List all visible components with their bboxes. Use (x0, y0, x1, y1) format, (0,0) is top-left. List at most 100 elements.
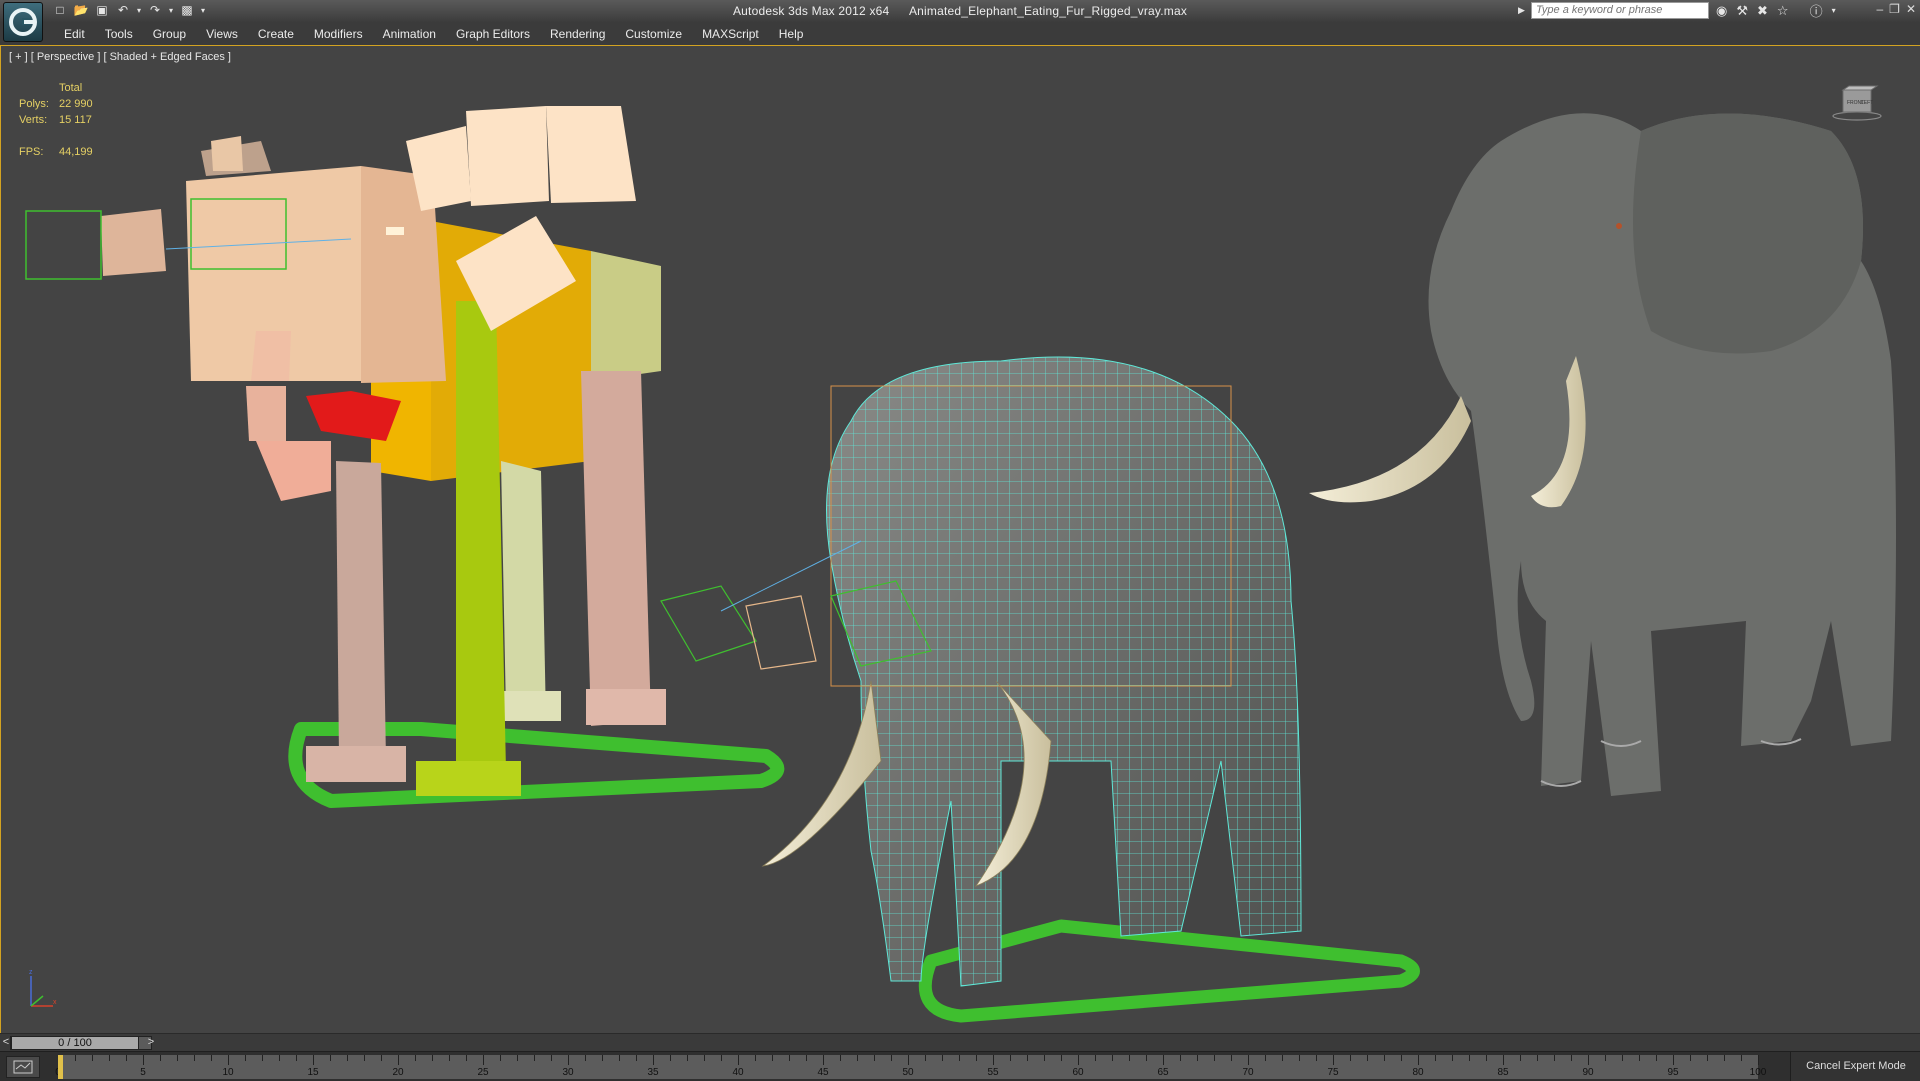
menu-create[interactable]: Create (248, 27, 304, 41)
app-logo-icon[interactable] (3, 2, 43, 42)
timeline-tick (1129, 1055, 1130, 1061)
menu-maxscript[interactable]: MAXScript (692, 27, 769, 41)
menu-views[interactable]: Views (196, 27, 248, 41)
help-dropdown-icon[interactable]: ▾ (1832, 6, 1836, 15)
timeline-tick-label: 90 (1582, 1067, 1594, 1078)
timeline-tick (687, 1055, 688, 1061)
timeline-tick (1673, 1055, 1674, 1065)
timeline-tick (347, 1055, 348, 1061)
timeline-tick (653, 1055, 654, 1065)
minimize-icon[interactable]: – (1876, 2, 1883, 16)
timeline-tick (1180, 1055, 1181, 1061)
menu-edit[interactable]: Edit (54, 27, 95, 41)
timeline-tick (177, 1055, 178, 1061)
timeline-tick-label: 70 (1242, 1067, 1254, 1078)
timeline-tick (1367, 1055, 1368, 1061)
timeline-tick (245, 1055, 246, 1061)
menu-animation[interactable]: Animation (373, 27, 446, 41)
timeline-tick (1231, 1055, 1232, 1061)
timeline-tick (1401, 1055, 1402, 1061)
timeline-tick-label: 5 (140, 1067, 146, 1078)
timeline-tick (330, 1055, 331, 1061)
timeline-tick (1639, 1055, 1640, 1061)
time-slider-thumb[interactable]: 0 / 100 (11, 1036, 139, 1050)
timeline-tick (500, 1055, 501, 1061)
timeline-tick (551, 1055, 552, 1061)
timeline-tick (279, 1055, 280, 1061)
timeline-tick (1520, 1055, 1521, 1061)
timeline-tick-label: 85 (1497, 1067, 1509, 1078)
menu-group[interactable]: Group (143, 27, 196, 41)
timeline-tick (1044, 1055, 1045, 1061)
shaded-elephant[interactable] (1309, 113, 1896, 796)
favorites-star-icon[interactable]: ☆ (1777, 3, 1789, 19)
close-icon[interactable]: ✕ (1906, 2, 1916, 16)
timeline-tick (755, 1055, 756, 1061)
time-slider-next-button[interactable]: > (145, 1036, 157, 1050)
timeline-tick (1758, 1055, 1759, 1065)
timeline-tick (517, 1055, 518, 1061)
perspective-viewport[interactable]: [ + ] [ Perspective ] [ Shaded + Edged F… (0, 45, 1920, 1033)
timeline-tick (976, 1055, 977, 1061)
timeline-tick (194, 1055, 195, 1061)
timeline-tick (1010, 1055, 1011, 1061)
menu-modifiers[interactable]: Modifiers (304, 27, 373, 41)
timeline-current-frame-marker[interactable] (58, 1055, 63, 1079)
axis-tripod-icon: z x (29, 969, 57, 1007)
timeline-tick (1724, 1055, 1725, 1061)
box-rig-elephant[interactable] (25, 106, 785, 808)
subscription-icon[interactable]: ⚒ (1736, 3, 1748, 19)
communication-icon[interactable]: ✖ (1757, 3, 1768, 19)
binoculars-icon[interactable]: ◉ (1716, 3, 1727, 19)
timeline-tick (619, 1055, 620, 1061)
viewcube-left-label: LEFT (1861, 100, 1873, 106)
timeline-tick (1146, 1055, 1147, 1061)
menu-customize[interactable]: Customize (615, 27, 692, 41)
timeline-tick (1554, 1055, 1555, 1061)
timeline-tick (738, 1055, 739, 1065)
timeline-tick (1316, 1055, 1317, 1061)
timeline-tick (211, 1055, 212, 1061)
menu-help[interactable]: Help (769, 27, 814, 41)
menu-rendering[interactable]: Rendering (540, 27, 615, 41)
viewcube-icon[interactable]: FRONT LEFT (1831, 84, 1883, 122)
scene-canvas[interactable] (1, 46, 1920, 1033)
timeline-tick (109, 1055, 110, 1061)
timeline-tick (1741, 1055, 1742, 1061)
timeline-tick (959, 1055, 960, 1061)
menu-graph-editors[interactable]: Graph Editors (446, 27, 540, 41)
timeline-tick (449, 1055, 450, 1061)
timeline-tick (381, 1055, 382, 1061)
help-icon[interactable]: ⓘ (1810, 1, 1823, 20)
timeline-ruler[interactable]: 0510152025303540455055606570758085909510… (55, 1055, 1766, 1079)
search-input[interactable] (1531, 2, 1709, 19)
timeline-tick (874, 1055, 875, 1061)
app-title: Autodesk 3ds Max 2012 x64 (732, 4, 890, 18)
timeline-tick (1690, 1055, 1691, 1061)
timeline-tick (1588, 1055, 1589, 1065)
timeline-tick (1622, 1055, 1623, 1061)
timeline-tick-label: 95 (1667, 1067, 1679, 1078)
timeline-tick-label: 10 (222, 1067, 234, 1078)
axis-z-label: z (29, 969, 33, 976)
restore-icon[interactable]: ❐ (1889, 2, 1900, 16)
timeline-tick (1061, 1055, 1062, 1061)
timeline-tick (806, 1055, 807, 1061)
timeline-tick (1282, 1055, 1283, 1061)
timeline-tick (1486, 1055, 1487, 1061)
timeline-tick (432, 1055, 433, 1061)
menu-tools[interactable]: Tools (95, 27, 143, 41)
expand-arrow-icon[interactable]: ▶ (1518, 5, 1525, 16)
timeline-tick (891, 1055, 892, 1061)
timeline-tick (415, 1055, 416, 1061)
axis-x-label: x (53, 999, 57, 1006)
mini-curve-editor-icon[interactable] (6, 1056, 40, 1078)
timeline-tick (942, 1055, 943, 1061)
cancel-expert-mode-button[interactable]: Cancel Expert Mode (1790, 1052, 1920, 1081)
timeline-tick (1163, 1055, 1164, 1065)
timeline-tick (1299, 1055, 1300, 1061)
timeline-tick (993, 1055, 994, 1065)
timeline-tick-label: 15 (307, 1067, 319, 1078)
wireframe-elephant[interactable] (660, 356, 1420, 1023)
timeline-tick (908, 1055, 909, 1065)
